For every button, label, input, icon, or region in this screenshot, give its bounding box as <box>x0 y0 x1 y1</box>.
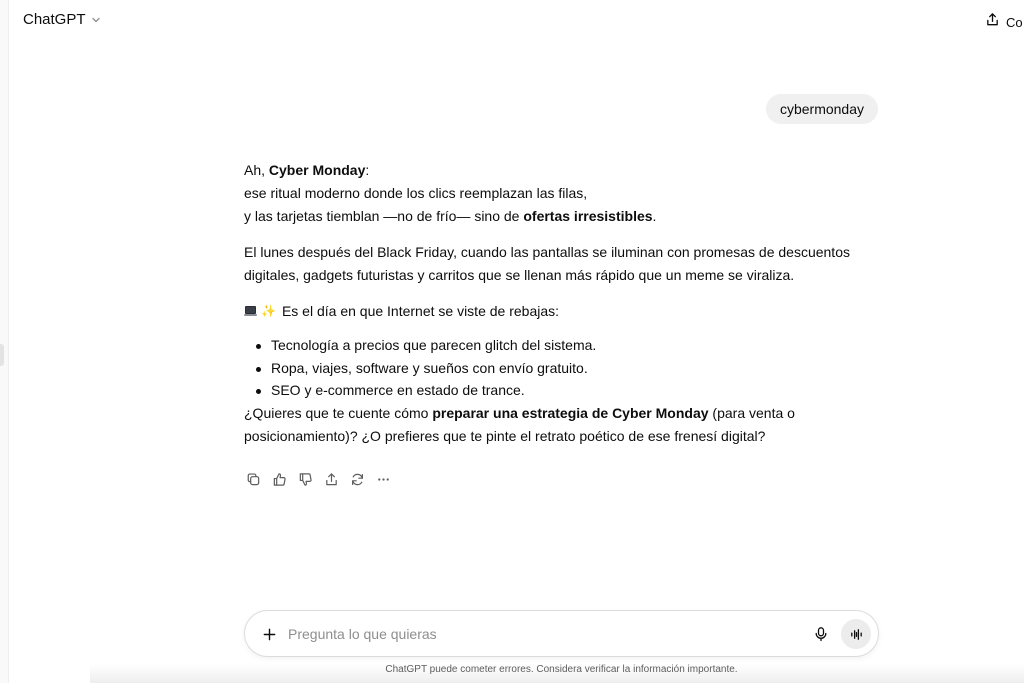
sparkles-icon: ✨ <box>261 304 276 318</box>
thumbs-down-icon[interactable] <box>296 470 314 488</box>
sidebar-edge <box>0 0 9 683</box>
disclaimer: ChatGPT puede cometer errores. Considera… <box>385 664 738 675</box>
list-item: Tecnología a precios que parecen glitch … <box>244 334 884 357</box>
copy-icon[interactable] <box>244 470 262 488</box>
assistant-message: Ah, Cyber Monday: ese ritual moderno don… <box>244 159 884 448</box>
answer-paragraph-2: El lunes después del Black Friday, cuand… <box>244 244 850 283</box>
laptop-icon <box>244 306 257 317</box>
regenerate-icon[interactable] <box>348 470 366 488</box>
top-bar: ChatGPT Co <box>0 0 1024 40</box>
intro-text: Es el día en que Internet se viste de re… <box>281 303 560 319</box>
prompt-input[interactable] <box>288 623 788 645</box>
voice-mode-button[interactable] <box>841 619 871 649</box>
bold-estrategia: preparar una estrategia de Cyber Monday <box>432 404 709 421</box>
answer-closing: ¿Quieres que te cuente cómo preparar una… <box>244 402 884 448</box>
text-span: Ah, <box>244 162 269 178</box>
sidebar-toggle-handle[interactable] <box>0 344 4 366</box>
answer-line-1: Ah, Cyber Monday: <box>244 159 884 182</box>
thumbs-up-icon[interactable] <box>270 470 288 488</box>
bold-cyber-monday: Cyber Monday <box>268 162 366 178</box>
share-label: Co <box>1006 14 1023 30</box>
user-message-text: cybermonday <box>779 101 864 117</box>
user-message-bubble: cybermonday <box>765 94 878 124</box>
composer <box>244 610 879 657</box>
more-icon[interactable] <box>374 470 392 488</box>
text-span: ¿Quieres que te cuente cómo <box>244 404 433 421</box>
list-item: SEO y e-commerce en estado de trance. <box>244 379 884 402</box>
text-span: . <box>652 208 657 224</box>
bold-ofertas: ofertas irresistibles <box>523 208 653 224</box>
share-button[interactable]: Co <box>985 12 1023 32</box>
text-span: y las tarjetas tiemblan —no de frío— sin… <box>244 208 524 224</box>
chevron-down-icon <box>91 15 101 25</box>
list-item: Ropa, viajes, software y sueños con enví… <box>244 357 884 380</box>
waveform-icon <box>850 628 862 640</box>
model-selector[interactable]: ChatGPT <box>23 11 101 28</box>
text-span: : <box>365 162 370 178</box>
microphone-icon[interactable] <box>811 624 831 644</box>
answer-line-3: y las tarjetas tiemblan —no de frío— sin… <box>244 205 884 228</box>
model-name: ChatGPT <box>23 11 86 28</box>
share-icon <box>985 12 1000 32</box>
answer-bullet-list: Tecnología a precios que parecen glitch … <box>244 334 884 402</box>
share-icon[interactable] <box>322 470 340 488</box>
plus-icon[interactable] <box>259 624 279 644</box>
message-actions <box>244 470 392 488</box>
answer-line-2: ese ritual moderno donde los clics reemp… <box>244 185 588 201</box>
answer-intro-line: ✨ Es el día en que Internet se viste de … <box>244 300 884 323</box>
